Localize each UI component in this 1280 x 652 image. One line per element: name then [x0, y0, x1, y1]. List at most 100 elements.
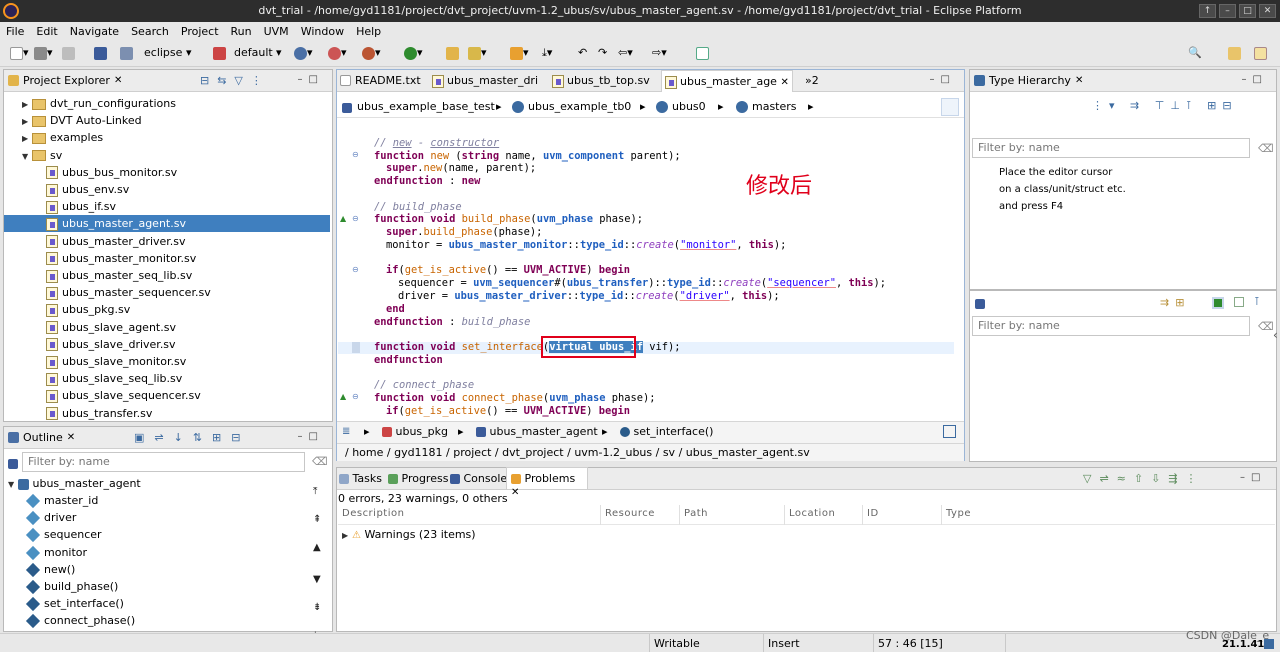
outline-title[interactable]: Outline — [23, 431, 63, 444]
outline-filter-input[interactable]: Filter by: name — [22, 452, 305, 472]
config-icon[interactable] — [213, 46, 226, 61]
clear-filter-icon[interactable]: ⌫ — [312, 455, 328, 468]
project-explorer-title[interactable]: Project Explorer — [23, 74, 110, 87]
file-item[interactable]: ubus_slave_driver.sv — [46, 336, 176, 353]
outline-item[interactable]: driver — [25, 509, 76, 526]
file-item[interactable]: ubus_if.sv — [46, 198, 116, 215]
back-icon[interactable]: ⇦▾ — [618, 46, 633, 61]
breadcrumb-item[interactable]: set_interface() — [620, 425, 713, 438]
explorer-toolbar-icons[interactable]: ⊟⇆▽⋮ — [200, 74, 270, 87]
code-line[interactable]: endfunction — [374, 354, 443, 367]
perspective-dropdown-icon[interactable]: ▾ — [186, 46, 192, 61]
outline-item[interactable]: master_id — [25, 492, 98, 509]
code-line[interactable]: // new - constructor — [374, 137, 499, 150]
build-config-icon[interactable]: ▾ — [328, 46, 347, 61]
build-icon[interactable]: ▾ — [294, 46, 313, 61]
run-icon[interactable]: ▾ — [404, 46, 423, 61]
clear-filter-icon[interactable]: ⌫ — [1258, 320, 1274, 333]
side-collapse-icon[interactable]: ‹ — [1273, 328, 1278, 342]
outline-root[interactable]: ▼ ubus_master_agent — [8, 475, 141, 492]
hierarchy-toolbar-icons[interactable]: ⋮▾ ⇉ ⊤⊥⊺ ⊞⊟ — [1092, 99, 1238, 112]
file-item[interactable]: ubus_slave_monitor.sv — [46, 353, 186, 370]
column-resource[interactable]: Resource — [605, 508, 655, 519]
move-up-icon[interactable]: ↑ — [1199, 4, 1216, 18]
fold-icon[interactable]: ⊖ — [352, 214, 359, 223]
column-path[interactable]: Path — [684, 508, 708, 519]
view-minmax-icons[interactable]: –□ — [1242, 74, 1268, 85]
dvt-perspective-icon[interactable] — [1254, 46, 1267, 61]
breadcrumb-item[interactable]: masters — [736, 100, 797, 113]
type-hierarchy-filter-input[interactable]: Filter by: name — [972, 138, 1250, 158]
new-icon[interactable]: ▾ — [10, 46, 29, 61]
external-icon[interactable] — [696, 46, 709, 61]
folder-item[interactable]: ▼ sv — [22, 147, 62, 164]
column-id[interactable]: ID — [867, 508, 879, 519]
tab-overflow[interactable]: »2 — [801, 70, 819, 92]
outline-nav-arrows[interactable]: ⤒⇞▲▼⇟⤓ — [313, 478, 321, 650]
breadcrumb-item[interactable]: ubus_master_agent — [476, 425, 598, 438]
close-icon[interactable]: ✕ — [1075, 75, 1083, 86]
members-toolbar-icons[interactable]: ⇉⊞ — [1160, 296, 1190, 309]
tab-problems[interactable]: Problems ✕ — [506, 467, 588, 498]
view-minmax-icons[interactable]: –□ — [930, 74, 956, 85]
open-folder-icon[interactable] — [446, 46, 459, 61]
file-item[interactable]: ubus_transfer.sv — [46, 405, 152, 422]
clear-filter-icon[interactable]: ⌫ — [1258, 142, 1274, 155]
breadcrumb-item[interactable]: ubus_pkg — [382, 425, 448, 438]
annotation-icon[interactable]: ▾ — [510, 46, 529, 61]
filter-members-icon[interactable] — [1212, 297, 1224, 309]
code-line[interactable]: super.new(name, parent); — [386, 162, 536, 175]
search-icon[interactable]: 🔍 — [1188, 46, 1202, 61]
perspective-label[interactable]: eclipse — [144, 46, 182, 61]
menu-project[interactable]: Project — [181, 25, 219, 38]
file-item[interactable]: ubus_slave_agent.sv — [46, 319, 176, 336]
code-line[interactable]: endfunction : build_phase — [374, 316, 530, 329]
code-line[interactable]: end — [386, 303, 405, 316]
show-hierarchy-icon[interactable]: ⊺ — [1254, 295, 1260, 308]
file-item[interactable]: ubus_master_sequencer.sv — [46, 284, 211, 301]
breadcrumb-layout-icon[interactable] — [941, 98, 959, 116]
file-item[interactable]: ubus_master_monitor.sv — [46, 250, 196, 267]
file-item[interactable]: ubus_slave_seq_lib.sv — [46, 370, 182, 387]
code-line[interactable]: function void connect_phase(uvm_phase ph… — [374, 392, 656, 405]
tab-progress[interactable]: Progress — [388, 472, 448, 485]
breadcrumb-item[interactable]: ubus_example_tb0 — [512, 100, 631, 113]
code-line[interactable]: function new (string name, uvm_component… — [374, 150, 681, 163]
perspective-icon[interactable] — [120, 46, 133, 61]
file-item[interactable]: ubus_env.sv — [46, 181, 129, 198]
breadcrumb-item[interactable]: ubus_example_base_test — [357, 100, 495, 113]
code-line[interactable]: monitor = ubus_master_monitor::type_id::… — [386, 239, 786, 252]
menu-edit[interactable]: Edit — [36, 25, 57, 38]
file-item[interactable]: ubus_bus_monitor.sv — [46, 164, 177, 181]
menu-file[interactable]: File — [6, 25, 24, 38]
column-description[interactable]: Description — [342, 508, 404, 519]
tab-readme[interactable]: README.txt — [337, 70, 427, 92]
fold-icon[interactable]: ⊖ — [352, 265, 359, 274]
code-line[interactable]: // connect_phase — [374, 379, 474, 392]
column-type[interactable]: Type — [946, 508, 971, 519]
file-item[interactable]: ubus_master_driver.sv — [46, 233, 186, 250]
minimize-icon[interactable]: – — [1219, 4, 1236, 18]
menu-search[interactable]: Search — [131, 25, 169, 38]
members-filter-input[interactable]: Filter by: name — [972, 316, 1250, 336]
show-fields-icon[interactable] — [1234, 297, 1244, 307]
code-line[interactable]: function void build_phase(uvm_phase phas… — [374, 213, 643, 226]
save-all-icon[interactable] — [62, 46, 75, 61]
code-line[interactable]: driver = ubus_master_driver::type_id::cr… — [398, 290, 780, 303]
outline-item[interactable]: set_interface() — [25, 595, 124, 612]
view-minmax-icons[interactable]: –□ — [298, 74, 324, 85]
tab-tasks[interactable]: Tasks — [339, 472, 382, 485]
close-icon[interactable]: ✕ — [67, 432, 75, 443]
code-line[interactable]: sequencer = uvm_sequencer#(ubus_transfer… — [398, 277, 886, 290]
tab-master-driver[interactable]: ubus_master_dri — [429, 70, 547, 92]
tab-console[interactable]: Console — [450, 472, 507, 485]
outline-item[interactable]: new() — [25, 561, 75, 578]
link-editor-icon[interactable] — [943, 425, 956, 438]
fold-icon[interactable]: ⊖ — [352, 150, 359, 159]
breadcrumb-item[interactable]: ubus0 — [656, 100, 706, 113]
outline-item[interactable]: sequencer — [25, 526, 102, 543]
folder-item[interactable]: ▶ examples — [22, 129, 103, 146]
file-item[interactable]: ubus_slave_sequencer.sv — [46, 387, 201, 404]
collapse-arrow-icon[interactable]: ▼ — [8, 476, 18, 493]
folder-item[interactable]: ▶ dvt_run_configurations — [22, 95, 176, 112]
